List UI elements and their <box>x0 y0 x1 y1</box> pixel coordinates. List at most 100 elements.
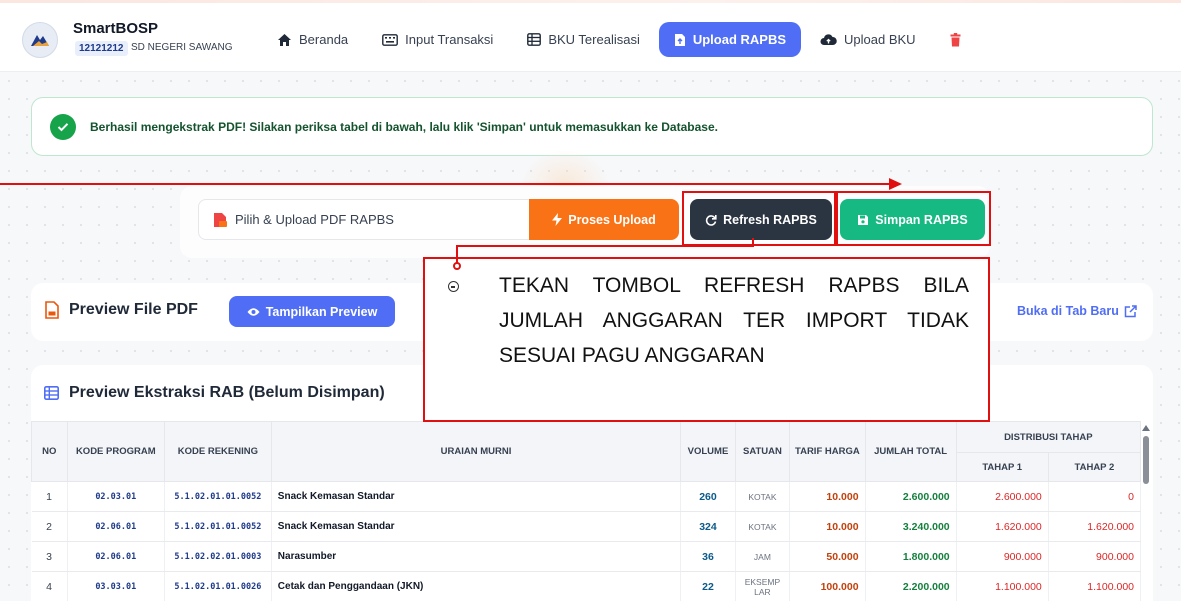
pdf-icon <box>45 301 59 319</box>
cell-tarif: 10.000 <box>789 481 866 512</box>
keyboard-icon <box>382 33 399 46</box>
check-circle-icon <box>50 113 76 140</box>
app-logo[interactable] <box>22 22 58 58</box>
proses-upload-button[interactable]: Proses Upload <box>529 199 679 240</box>
pdf-file-icon <box>214 212 227 227</box>
trash-icon <box>950 32 961 46</box>
cell-uraian: Narasumber <box>271 541 682 572</box>
scroll-up-arrow-icon[interactable] <box>1142 425 1150 431</box>
table-icon <box>527 33 542 46</box>
table-row: 3 02.06.01 5.1.02.02.01.0003 Narasumber … <box>31 541 1142 572</box>
success-message: Berhasil mengekstrak PDF! Silakan periks… <box>90 119 718 134</box>
cell-satuan: KOTAK <box>735 481 791 512</box>
nav-item-input-transaksi[interactable]: Input Transaksi <box>367 22 508 57</box>
nav-item-beranda[interactable]: Beranda <box>262 22 363 57</box>
cell-kode-rekening: 5.1.02.01.01.0052 <box>164 481 272 512</box>
col-header-tarif: TARIF HARGA <box>789 421 866 482</box>
table-row: 4 03.03.01 5.1.02.01.01.0026 Cetak dan P… <box>31 571 1142 601</box>
table-row: 1 02.03.01 5.1.02.01.01.0052 Snack Kemas… <box>31 481 1142 512</box>
cell-kode-rekening: 5.1.02.01.01.0026 <box>164 571 272 601</box>
cell-no: 3 <box>31 541 68 572</box>
nav-item-bku-terealisasi[interactable]: BKU Terealisasi <box>512 22 655 57</box>
pdf-preview-title: Preview File PDF <box>69 301 198 318</box>
cell-volume: 22 <box>680 571 736 601</box>
nav-item-label: Upload RAPBS <box>692 32 787 47</box>
annotation-arrowhead <box>889 178 902 190</box>
col-header-tahap1: TAHAP 1 <box>955 452 1049 482</box>
file-picker-label: Pilih & Upload PDF RAPBS <box>235 212 394 227</box>
cell-jumlah: 2.600.000 <box>865 481 957 512</box>
col-header-jumlah: JUMLAH TOTAL <box>864 421 957 482</box>
nav-item-delete[interactable] <box>935 22 976 57</box>
cell-kode-rekening: 5.1.02.02.01.0003 <box>164 541 272 572</box>
cell-tarif: 10.000 <box>789 511 866 542</box>
cell-no: 1 <box>31 481 68 512</box>
cell-kode-program: 02.03.01 <box>67 481 165 512</box>
eye-icon <box>247 307 260 316</box>
main-nav: Beranda Input Transaksi BKU Terealisasi … <box>262 18 968 61</box>
cell-tahap2: 1.100.000 <box>1048 571 1142 601</box>
col-header-kode-rekening: KODE REKENING <box>163 421 272 482</box>
cloud-upload-icon <box>820 34 837 45</box>
annotation-connector-up <box>752 238 754 247</box>
success-banner: Berhasil mengekstrak PDF! Silakan periks… <box>31 97 1153 156</box>
cell-jumlah: 2.200.000 <box>865 571 957 601</box>
proses-upload-label: Proses Upload <box>568 212 656 227</box>
col-header-kode-program: KODE PROGRAM <box>66 421 165 482</box>
col-header-volume: VOLUME <box>680 421 736 482</box>
school-code-badge: 12121212 <box>75 41 128 56</box>
rab-table: NO KODE PROGRAM KODE REKENING URAIAN MUR… <box>31 421 1142 601</box>
table-row: 2 02.06.01 5.1.02.01.01.0052 Snack Kemas… <box>31 511 1142 542</box>
cell-satuan: EKSEMP LAR <box>735 571 791 601</box>
col-header-distribusi: DISTRIBUSI TAHAP <box>955 421 1142 453</box>
file-upload-icon <box>674 33 685 46</box>
nav-item-label: Beranda <box>299 32 349 47</box>
cell-no: 4 <box>31 571 68 601</box>
cell-kode-rekening: 5.1.02.01.01.0052 <box>164 511 272 542</box>
scroll-thumb[interactable] <box>1143 436 1149 484</box>
nav-item-label: Input Transaksi <box>405 32 494 47</box>
home-icon <box>278 33 291 46</box>
cell-uraian: Snack Kemasan Standar <box>271 511 682 542</box>
cell-tahap1: 2.600.000 <box>956 481 1049 512</box>
annotation-connector-dot <box>453 262 461 270</box>
bolt-icon <box>552 213 563 226</box>
nav-item-upload-bku[interactable]: Upload BKU <box>805 22 931 57</box>
logo-icon <box>31 35 49 46</box>
tampilkan-preview-button[interactable]: Tampilkan Preview <box>229 296 395 327</box>
open-new-tab-label: Buka di Tab Baru <box>1017 304 1119 318</box>
cell-kode-program: 02.06.01 <box>67 541 165 572</box>
cell-uraian: Cetak dan Penggandaan (JKN) <box>271 571 682 601</box>
annotation-simpan-highlight <box>836 191 991 246</box>
external-link-icon <box>1124 304 1137 317</box>
note-bullet-icon <box>448 281 459 292</box>
cell-volume: 260 <box>680 481 736 512</box>
cell-tahap1: 1.620.000 <box>956 511 1049 542</box>
cell-tahap1: 900.000 <box>956 541 1049 572</box>
col-header-uraian: URAIAN MURNI <box>270 421 682 482</box>
cell-no: 2 <box>31 511 68 542</box>
nav-item-upload-rapbs[interactable]: Upload RAPBS <box>658 22 802 57</box>
cell-tahap1: 1.100.000 <box>956 571 1049 601</box>
col-header-no: NO <box>31 421 68 482</box>
annotation-note-text: TEKAN TOMBOL REFRESH RAPBS BILA JUMLAH A… <box>499 274 969 367</box>
cell-volume: 324 <box>680 511 736 542</box>
rab-preview-heading: Preview Ekstraksi RAB (Belum Disimpan) <box>44 384 385 402</box>
file-picker[interactable]: Pilih & Upload PDF RAPBS <box>198 199 531 240</box>
cell-tarif: 100.000 <box>789 571 866 601</box>
school-name: SD NEGERI SAWANG <box>131 42 233 53</box>
tampilkan-preview-label: Tampilkan Preview <box>265 304 378 319</box>
rab-preview-title: Preview Ekstraksi RAB (Belum Disimpan) <box>69 384 385 401</box>
annotation-refresh-highlight <box>682 191 836 246</box>
cell-tahap2: 0 <box>1048 481 1142 512</box>
app-title: SmartBOSP <box>73 20 159 37</box>
cell-satuan: KOTAK <box>735 511 791 542</box>
annotation-connector-horizontal <box>456 245 754 247</box>
col-header-satuan: SATUAN <box>734 421 791 482</box>
cell-satuan: JAM <box>735 541 791 572</box>
nav-item-label: BKU Terealisasi <box>548 32 640 47</box>
cell-tahap2: 1.620.000 <box>1048 511 1142 542</box>
open-new-tab-link[interactable]: Buka di Tab Baru <box>1017 304 1137 318</box>
pdf-preview-heading: Preview File PDF <box>44 301 198 319</box>
cell-tarif: 50.000 <box>789 541 866 572</box>
